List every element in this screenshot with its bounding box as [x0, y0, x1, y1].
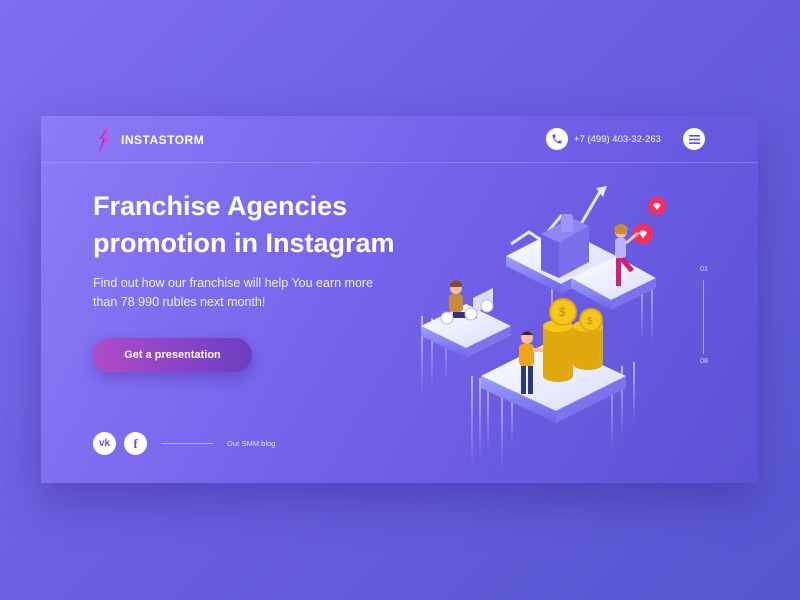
hero-title: Franchise Agencies promotion in Instagra…	[93, 191, 395, 258]
phone-icon[interactable]	[546, 128, 568, 150]
lightning-bolt-icon	[97, 127, 111, 153]
blog-divider	[161, 443, 213, 444]
hero-card: INSTASTORM +7 (499) 403-32-263 Franchise…	[41, 116, 758, 483]
svg-text:$: $	[587, 316, 593, 327]
phone-number[interactable]: +7 (499) 403-32-263	[574, 134, 661, 145]
get-presentation-button[interactable]: Get a presentation	[93, 338, 252, 372]
isometric-illustration: $ $	[421, 186, 666, 469]
slide-total: 08	[700, 358, 708, 365]
slide-indicator[interactable]: 01 08	[697, 266, 711, 368]
hamburger-menu-icon[interactable]	[683, 128, 705, 150]
svg-text:$: $	[559, 305, 566, 319]
brand-logo[interactable]: INSTASTORM	[93, 126, 204, 154]
top-bar: INSTASTORM +7 (499) 403-32-263	[41, 116, 758, 163]
facebook-icon[interactable]: f	[124, 432, 147, 455]
vk-icon[interactable]: vk	[93, 432, 116, 455]
slide-current: 01	[700, 266, 708, 273]
social-links: vk f Our SMM blog	[93, 432, 275, 455]
brand-name: INSTASTORM	[121, 133, 205, 147]
phone-contact[interactable]: +7 (499) 403-32-263	[546, 128, 661, 150]
smm-blog-link[interactable]: Our SMM blog	[227, 439, 275, 448]
hero-subtitle: Find out how our franchise will help You…	[93, 276, 374, 309]
slide-progress-line	[703, 280, 704, 354]
heart-icon	[633, 197, 666, 244]
